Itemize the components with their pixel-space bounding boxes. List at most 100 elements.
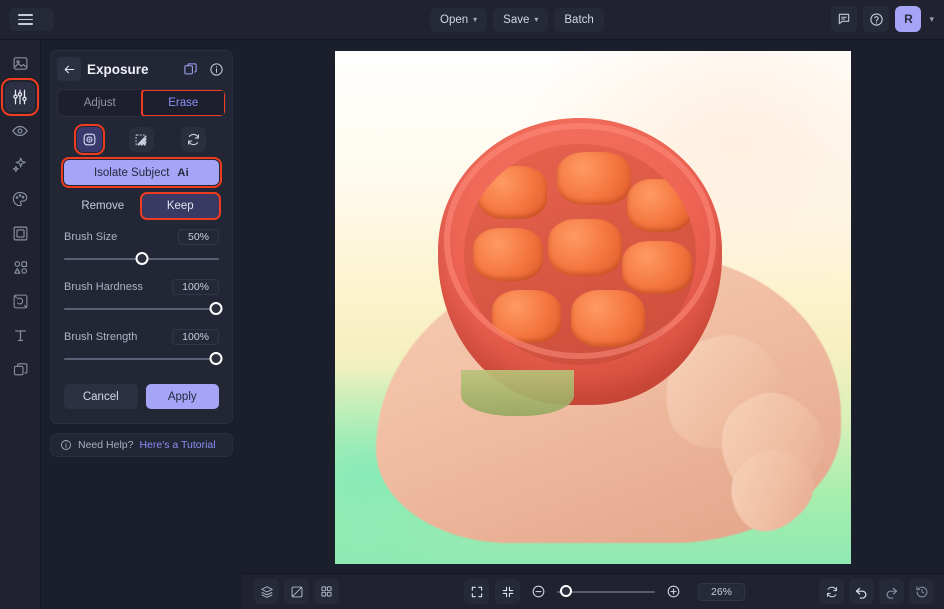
rotate-refresh-icon — [825, 585, 839, 599]
brush-hardness-slider[interactable] — [64, 302, 219, 316]
save-label: Save — [503, 14, 529, 26]
top-actions: Open ▾ Save ▾ Batch — [430, 8, 604, 32]
open-label: Open — [440, 14, 468, 26]
photo-canvas[interactable] — [335, 51, 851, 564]
chevron-down-icon[interactable]: ▾ — [927, 14, 936, 25]
slider-track — [64, 308, 219, 310]
shrink-button[interactable] — [495, 579, 520, 604]
frame-icon — [12, 225, 29, 242]
zoom-out-icon — [531, 584, 546, 599]
need-help-banner[interactable]: Need Help? Here's a Tutorial — [50, 433, 233, 457]
reset-tool[interactable] — [181, 127, 206, 152]
sidebar-item-effects[interactable] — [5, 150, 35, 180]
isolate-subject-button[interactable]: Isolate Subject Ai — [64, 160, 219, 185]
palette-icon — [11, 190, 29, 208]
slider-thumb[interactable] — [560, 585, 572, 597]
info-button[interactable] — [206, 59, 226, 79]
keep-segment[interactable]: Keep — [142, 194, 220, 218]
help-button[interactable] — [863, 6, 889, 32]
app-menu-button[interactable] — [9, 8, 54, 31]
question-circle-icon — [869, 12, 884, 27]
brush-size-slider[interactable] — [64, 252, 219, 266]
sidebar-item-retouch[interactable] — [5, 116, 35, 146]
zoom-out-button[interactable] — [526, 579, 551, 604]
zoom-controls: 26% — [464, 579, 745, 604]
sidebar-item-adjust[interactable] — [5, 82, 35, 112]
grid-button[interactable] — [314, 579, 339, 604]
slider-thumb[interactable] — [209, 302, 222, 315]
crop-icon — [12, 293, 29, 310]
redo-button[interactable] — [879, 579, 904, 604]
top-right-actions: R ▾ — [831, 6, 936, 32]
brush-strength-slider-block: Brush Strength 100% — [57, 320, 226, 366]
jar-rim — [444, 123, 716, 359]
history-icon — [915, 585, 929, 599]
undo-button[interactable] — [849, 579, 874, 604]
sidebar-item-color[interactable] — [5, 184, 35, 214]
isolate-subject-wrap: Isolate Subject Ai — [57, 158, 226, 185]
save-button[interactable]: Save ▾ — [493, 8, 548, 32]
layers-icon — [12, 361, 29, 378]
sidebar-item-frames[interactable] — [5, 218, 35, 248]
info-circle-icon — [60, 439, 72, 451]
photo-editor-app: Open ▾ Save ▾ Batch — [0, 0, 944, 609]
bottom-bar: 26% — [242, 573, 944, 609]
top-bar: Open ▾ Save ▾ Batch — [0, 0, 944, 40]
cancel-button[interactable]: Cancel — [64, 384, 138, 409]
brush-strength-value: 100% — [172, 329, 219, 345]
mask-tool[interactable] — [129, 127, 154, 152]
mask-square-icon — [134, 133, 148, 147]
chevron-down-icon: ▾ — [473, 15, 477, 24]
tab-adjust[interactable]: Adjust — [58, 90, 142, 116]
brush-strength-label: Brush Strength — [64, 331, 137, 343]
remove-keep-segmented-control: Remove Keep — [57, 185, 226, 220]
shrink-icon — [501, 585, 515, 599]
undo-icon — [854, 584, 869, 599]
zoom-in-button[interactable] — [661, 579, 686, 604]
jar-base — [461, 370, 575, 416]
brush-strength-slider[interactable] — [64, 352, 219, 366]
tab-erase[interactable]: Erase — [142, 90, 226, 116]
zoom-slider[interactable] — [557, 585, 655, 599]
brush-size-slider-block: Brush Size 50% — [57, 220, 226, 266]
sidebar-item-layers[interactable] — [5, 354, 35, 384]
batch-label: Batch — [564, 14, 593, 26]
bottom-right-tools — [819, 579, 934, 604]
layers-button[interactable] — [254, 579, 279, 604]
transparency-icon — [290, 585, 304, 599]
erase-tool-row — [57, 117, 226, 158]
remove-segment[interactable]: Remove — [64, 194, 142, 218]
open-button[interactable]: Open ▾ — [430, 8, 487, 32]
batch-button[interactable]: Batch — [554, 8, 603, 32]
tutorial-link[interactable]: Here's a Tutorial — [139, 439, 215, 451]
fit-screen-button[interactable] — [464, 579, 489, 604]
sidebar-item-image[interactable] — [5, 48, 35, 78]
layers-stack-icon — [260, 585, 274, 599]
compare-button[interactable] — [180, 59, 200, 79]
history-button[interactable] — [909, 579, 934, 604]
candy-jar — [438, 118, 722, 405]
sidebar-item-crop[interactable] — [5, 286, 35, 316]
eye-icon — [11, 122, 29, 140]
image-icon — [12, 55, 29, 72]
transparency-button[interactable] — [284, 579, 309, 604]
fit-screen-icon — [470, 585, 484, 599]
compare-copies-icon — [183, 62, 198, 77]
chevron-down-icon: ▾ — [534, 15, 538, 24]
canvas-area[interactable] — [242, 40, 944, 573]
feedback-button[interactable] — [831, 6, 857, 32]
slider-thumb[interactable] — [209, 352, 222, 365]
sidebar-item-elements[interactable] — [5, 252, 35, 282]
back-button[interactable] — [57, 57, 81, 81]
chat-bubble-icon — [837, 12, 851, 26]
brush-select-tool[interactable] — [77, 127, 102, 152]
slider-thumb[interactable] — [135, 252, 148, 265]
brush-size-value: 50% — [178, 229, 219, 245]
zoom-level[interactable]: 26% — [698, 583, 745, 601]
apply-button[interactable]: Apply — [146, 384, 220, 409]
brush-hardness-label: Brush Hardness — [64, 281, 143, 293]
rotate-reset-button[interactable] — [819, 579, 844, 604]
avatar[interactable]: R — [895, 6, 921, 32]
grid-icon — [320, 585, 333, 598]
sidebar-item-text[interactable] — [5, 320, 35, 350]
